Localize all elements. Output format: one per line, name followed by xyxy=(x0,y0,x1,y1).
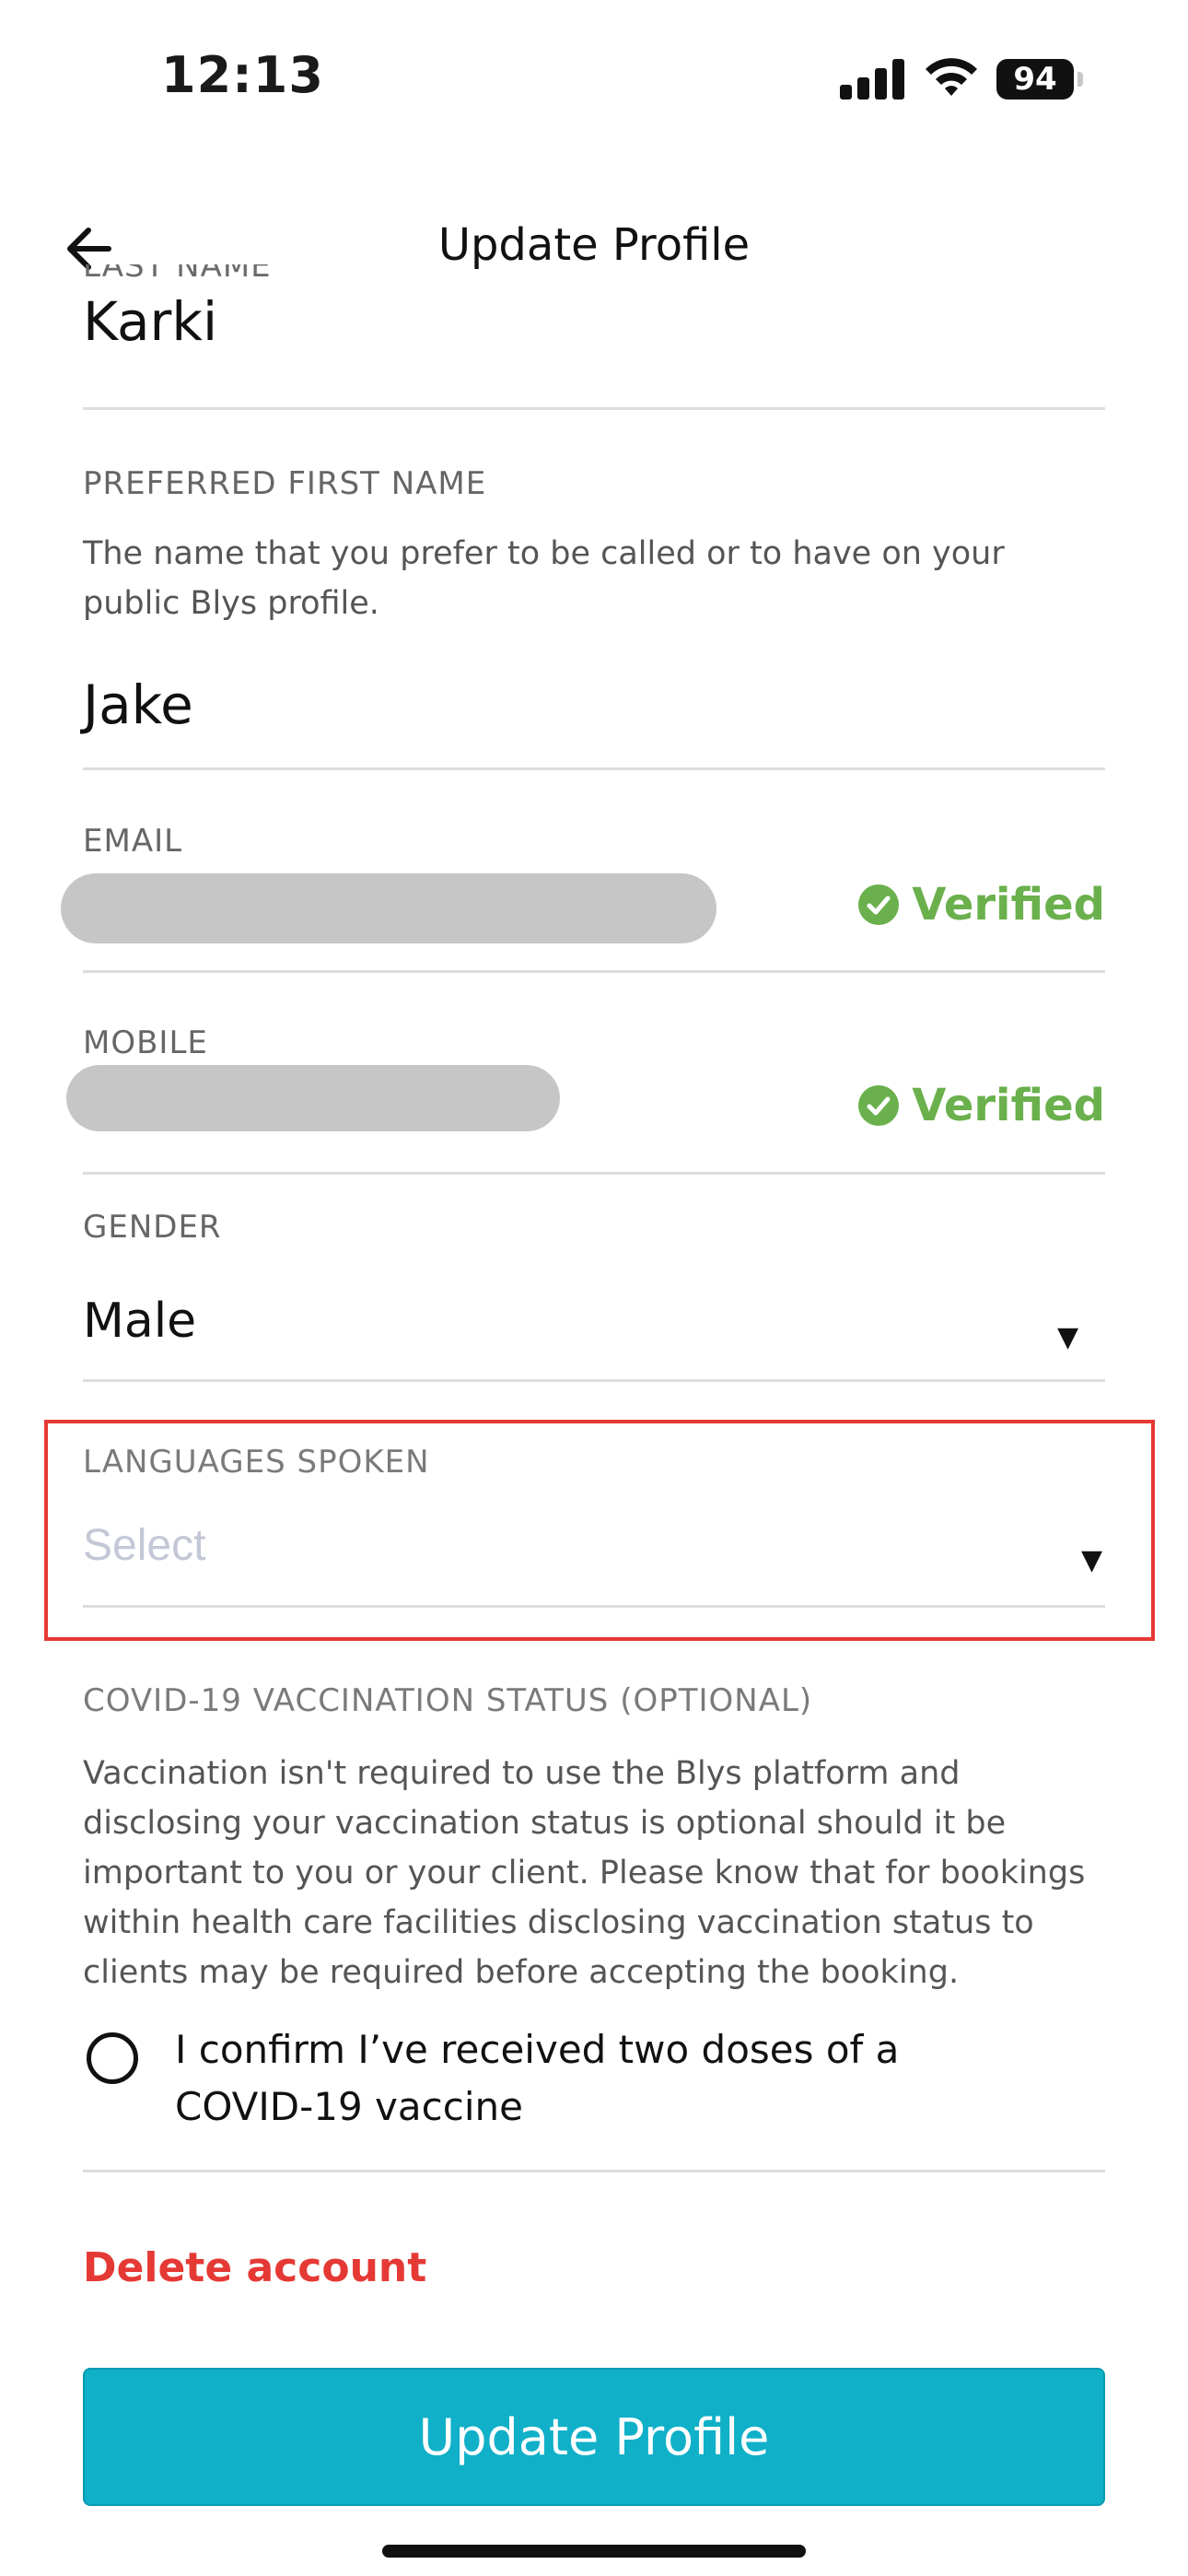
divider xyxy=(83,2170,1105,2172)
page-title: Update Profile xyxy=(437,219,751,271)
covid-label: COVID-19 VACCINATION STATUS (OPTIONAL) xyxy=(83,1682,813,1719)
email-verified-badge: Verified xyxy=(858,879,1105,931)
battery-cap xyxy=(1077,72,1083,87)
update-profile-button[interactable]: Update Profile xyxy=(83,2368,1105,2506)
delete-account-link[interactable]: Delete account xyxy=(83,2244,426,2291)
mobile-field-redacted[interactable] xyxy=(66,1065,560,1131)
divider xyxy=(83,767,1105,770)
email-label: EMAIL xyxy=(83,823,183,860)
dropdown-arrow-icon[interactable]: ▼ xyxy=(1081,1544,1102,1576)
languages-select[interactable]: Select xyxy=(83,1520,205,1571)
vaccine-confirm-radio[interactable] xyxy=(87,2032,138,2084)
home-indicator[interactable] xyxy=(382,2545,806,2558)
check-circle-icon xyxy=(858,1085,900,1126)
email-field-redacted[interactable] xyxy=(61,873,716,943)
gender-select[interactable]: Male xyxy=(83,1294,196,1349)
battery-level: 94 xyxy=(1013,61,1057,98)
divider xyxy=(83,1172,1105,1175)
divider xyxy=(83,970,1105,973)
last-name-label: LAST NAME xyxy=(83,264,359,281)
preferred-first-name-label: PREFERRED FIRST NAME xyxy=(83,465,487,502)
vaccine-confirm-label[interactable]: I confirm I’ve received two doses of a C… xyxy=(175,2021,912,2136)
cellular-signal-icon xyxy=(840,59,904,100)
mobile-label: MOBILE xyxy=(83,1025,208,1061)
status-time: 12:13 xyxy=(161,46,324,104)
divider xyxy=(83,1379,1105,1382)
last-name-field[interactable]: Karki xyxy=(83,290,217,353)
mobile-verified-badge: Verified xyxy=(858,1080,1105,1131)
languages-label: LANGUAGES SPOKEN xyxy=(83,1444,430,1481)
preferred-first-name-field[interactable]: Jake xyxy=(83,673,193,736)
covid-help: Vaccination isn't required to use the Bl… xyxy=(83,1755,1086,1991)
preferred-first-name-help: The name that you prefer to be called or… xyxy=(83,535,1005,622)
wifi-icon xyxy=(926,58,977,96)
divider xyxy=(83,1605,1105,1608)
divider xyxy=(83,407,1105,410)
gender-label: GENDER xyxy=(83,1209,222,1246)
dropdown-arrow-icon[interactable]: ▼ xyxy=(1057,1321,1078,1353)
check-circle-icon xyxy=(858,884,900,925)
battery-icon: 94 xyxy=(996,59,1074,100)
